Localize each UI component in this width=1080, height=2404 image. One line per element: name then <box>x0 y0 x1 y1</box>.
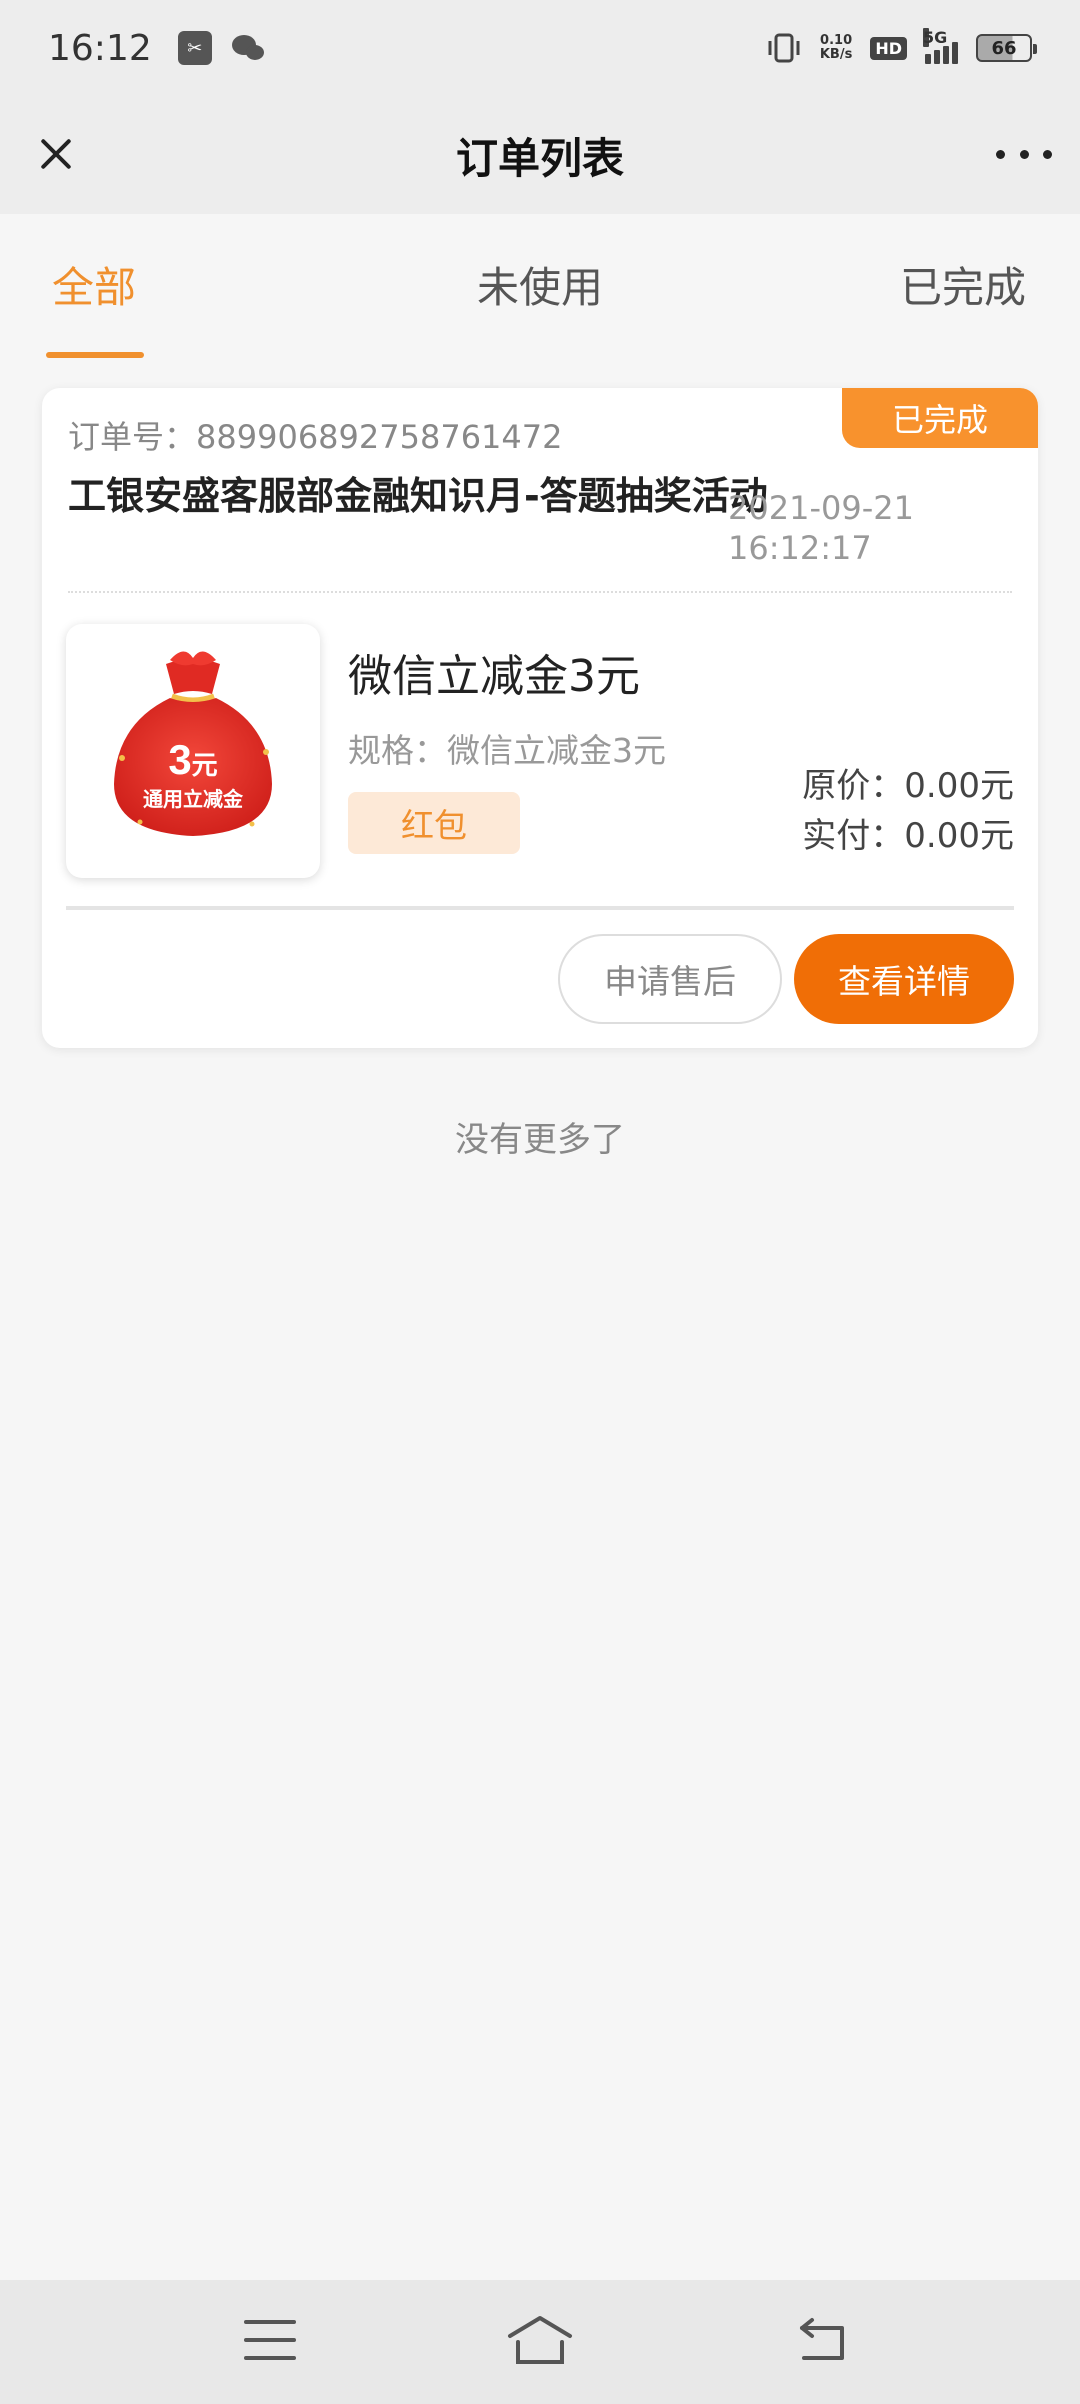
order-number-label: 订单号： <box>68 418 197 456</box>
thumb-amount: 3 <box>168 736 191 783</box>
divider <box>68 591 1012 593</box>
system-nav-bar <box>0 2280 1080 2404</box>
signal-icon: 5G <box>923 28 958 64</box>
network-type: 5G <box>923 28 948 47</box>
status-time: 16:12 <box>48 27 152 69</box>
status-bar: 16:12 ✂ 0.10 KB/s HD 5G 66 <box>0 0 1080 96</box>
no-more-text: 没有更多了 <box>455 1120 625 1160</box>
order-date: 2021-09-21 <box>728 489 914 527</box>
back-icon[interactable] <box>796 2314 852 2364</box>
notification-icons: ✂ <box>177 31 266 65</box>
network-speed: 0.10 KB/s <box>820 34 852 62</box>
product-name: 微信立减金3元 <box>348 651 640 702</box>
product-tag: 红包 <box>348 792 520 854</box>
price-original: 原价：0.00元 <box>802 766 1014 806</box>
close-icon[interactable] <box>28 126 84 182</box>
vibrate-icon <box>768 33 800 63</box>
order-time: 16:12:17 <box>728 529 872 567</box>
app-notification-icon: ✂ <box>177 31 212 65</box>
more-icon[interactable] <box>996 136 1052 172</box>
divider <box>66 906 1014 910</box>
network-speed-value: 0.10 <box>820 33 853 48</box>
tab-bar: 全部 未使用 已完成 <box>0 214 1080 364</box>
thumb-unit: 元 <box>192 750 218 780</box>
tab-unused[interactable]: 未使用 <box>477 263 603 312</box>
home-icon[interactable] <box>504 2310 576 2370</box>
menu-icon[interactable] <box>244 2318 296 2362</box>
wechat-icon <box>231 33 266 63</box>
order-number-value: 889906892758761472 <box>196 418 563 456</box>
order-card[interactable]: 已完成 订单号：889906892758761472 工银安盛客服部金融知识月-… <box>42 388 1038 1048</box>
price-paid: 实付：0.00元 <box>802 816 1014 856</box>
order-title: 工银安盛客服部金融知识月-答题抽奖活动 <box>68 474 768 518</box>
product-spec: 规格：微信立减金3元 <box>348 731 666 770</box>
status-right: 0.10 KB/s HD 5G 66 <box>766 28 1037 64</box>
battery-icon: 66 <box>976 34 1037 62</box>
tab-all[interactable]: 全部 <box>52 254 136 315</box>
nav-bar: 订单列表 <box>0 96 1080 214</box>
network-speed-unit: KB/s <box>819 47 853 62</box>
product-thumbnail[interactable]: 3元 通用立减金 <box>66 624 320 878</box>
view-details-button[interactable]: 查看详情 <box>794 934 1014 1024</box>
tab-completed[interactable]: 已完成 <box>900 254 1026 315</box>
red-pouch-icon: 3元 通用立减金 <box>114 651 272 836</box>
tab-active-indicator <box>46 352 144 358</box>
page-title: 订单列表 <box>455 133 624 183</box>
order-number: 订单号：889906892758761472 <box>68 412 562 458</box>
status-badge: 已完成 <box>842 388 1038 448</box>
thumb-caption: 通用立减金 <box>143 787 244 811</box>
hd-badge: HD <box>870 36 907 60</box>
order-datetime: 2021-09-21 16:12:17 <box>728 488 914 568</box>
after-sale-button[interactable]: 申请售后 <box>558 934 782 1024</box>
